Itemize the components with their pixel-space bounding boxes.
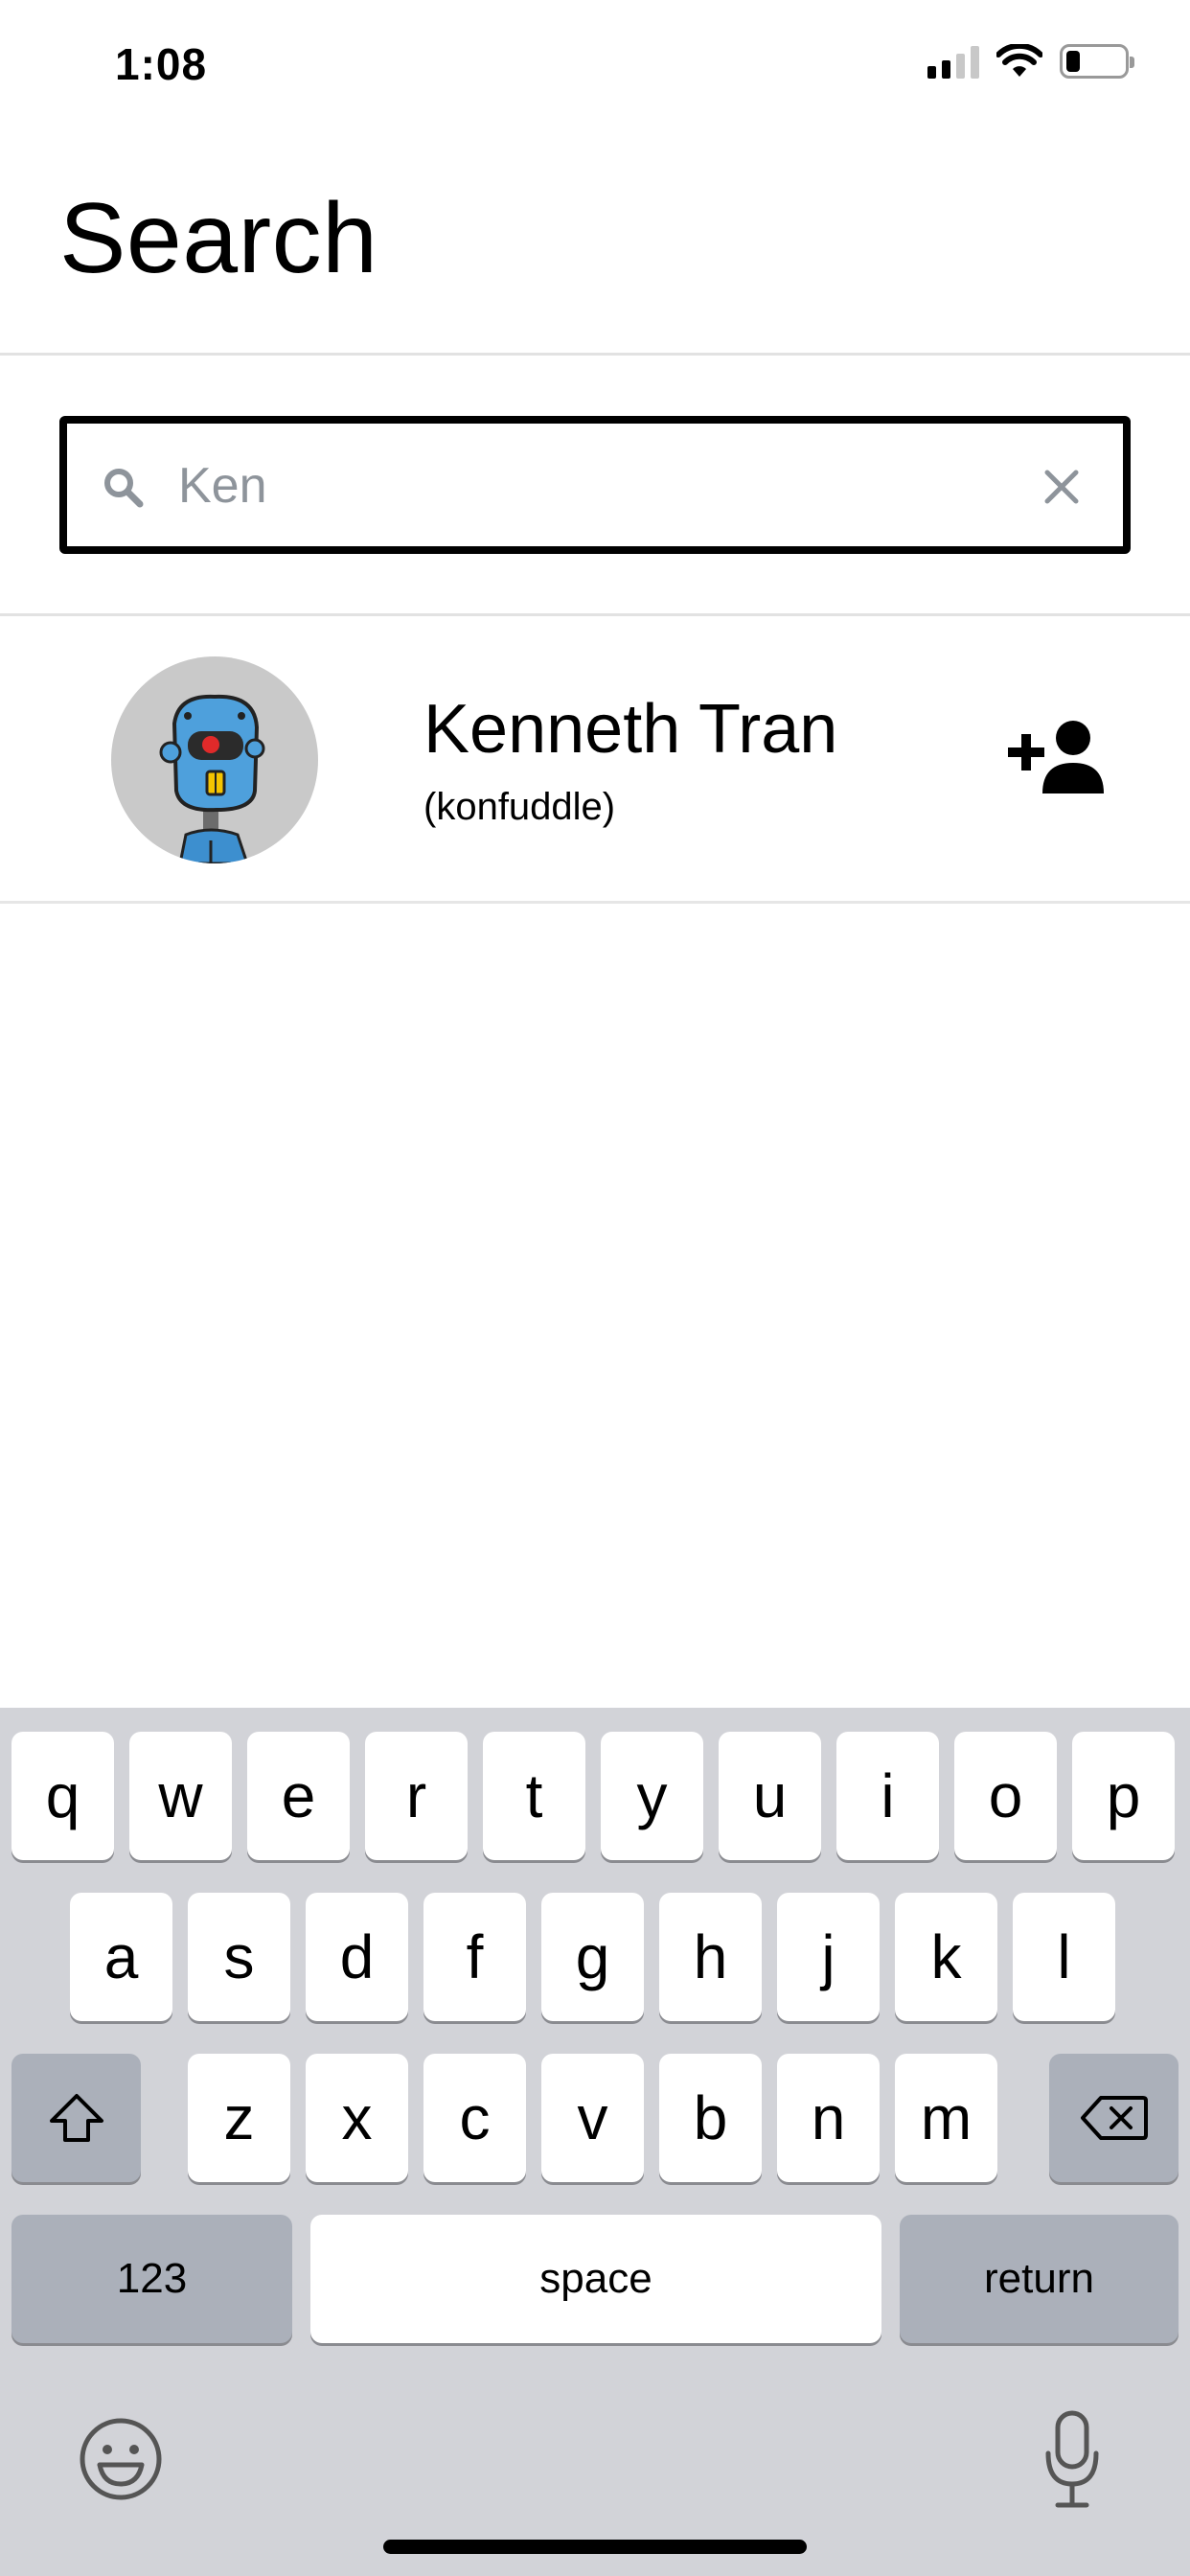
key-s[interactable]: s [188,1893,290,2021]
key-o[interactable]: o [954,1732,1057,1860]
key-k[interactable]: k [895,1893,997,2021]
key-z[interactable]: z [188,2054,290,2182]
header-divider [0,353,1190,356]
battery-icon [1060,44,1134,79]
numbers-key[interactable]: 123 [11,2215,292,2343]
search-field[interactable] [59,416,1131,554]
key-f[interactable]: f [423,1893,526,2021]
home-indicator[interactable] [383,2540,807,2554]
key-e[interactable]: e [247,1732,350,1860]
add-friend-icon[interactable] [1008,719,1113,795]
battery-level [1066,51,1080,72]
status-icons [927,44,1134,79]
key-w[interactable]: w [129,1732,232,1860]
key-a[interactable]: a [70,1893,172,2021]
keyboard: q w e r t y u i o p a s d f g h j k l z … [0,1708,1190,2576]
page-title: Search [59,183,378,294]
key-m[interactable]: m [895,2054,997,2182]
key-l[interactable]: l [1013,1893,1115,2021]
status-bar: 1:08 [0,0,1190,126]
robot-avatar [111,656,318,863]
key-j[interactable]: j [777,1893,880,2021]
key-n[interactable]: n [777,2054,880,2182]
status-time: 1:08 [115,39,208,89]
space-key[interactable]: space [310,2215,881,2343]
search-icon [104,469,144,508]
key-i[interactable]: i [836,1732,939,1860]
search-result-row[interactable]: Kenneth Tran (konfuddle) [0,618,1190,903]
return-key[interactable]: return [900,2215,1179,2343]
key-d[interactable]: d [306,1893,408,2021]
emoji-icon[interactable] [77,2415,165,2503]
key-c[interactable]: c [423,2054,526,2182]
key-r[interactable]: r [365,1732,468,1860]
clear-search-icon[interactable] [1042,468,1081,506]
search-divider [0,613,1190,616]
key-q[interactable]: q [11,1732,114,1860]
key-u[interactable]: u [719,1732,821,1860]
key-y[interactable]: y [601,1732,703,1860]
search-input[interactable] [176,447,1004,525]
shift-key[interactable] [11,2054,141,2182]
result-name: Kenneth Tran [423,691,838,768]
key-p[interactable]: p [1072,1732,1175,1860]
key-t[interactable]: t [483,1732,585,1860]
backspace-icon [1080,2096,1148,2140]
robot-avatar-image [159,694,265,863]
key-b[interactable]: b [659,2054,762,2182]
key-h[interactable]: h [659,1893,762,2021]
key-v[interactable]: v [541,2054,644,2182]
key-g[interactable]: g [541,1893,644,2021]
result-username: (konfuddle) [423,786,616,828]
delete-key[interactable] [1049,2054,1179,2182]
microphone-icon[interactable] [1042,2409,1102,2511]
wifi-icon [996,44,1042,77]
result-divider [0,901,1190,904]
cellular-signal-icon [927,44,979,79]
shift-icon [49,2094,103,2142]
key-x[interactable]: x [306,2054,408,2182]
